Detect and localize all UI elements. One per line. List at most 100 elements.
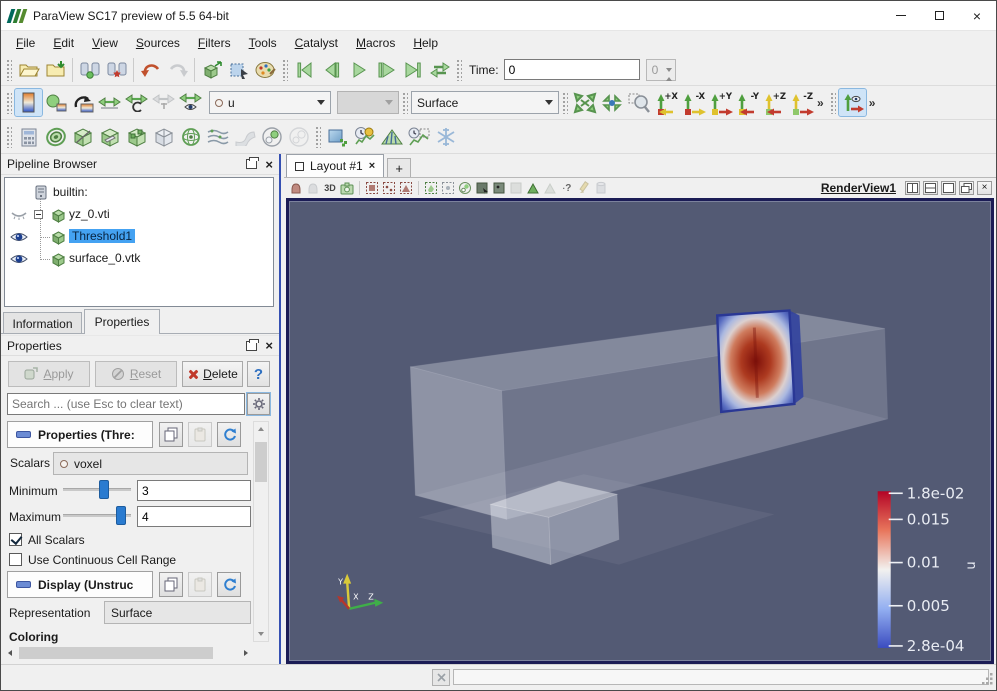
edit-annotation-icon[interactable] <box>576 180 592 196</box>
visibility-open-eye-icon[interactable] <box>10 252 28 266</box>
render-viewport[interactable]: X Y Z 1.8e-02 0.015 0.01 0.005 2.8e-04 u <box>286 198 994 664</box>
view-plus-y-button[interactable]: +Y <box>706 89 733 116</box>
select-points-on-icon[interactable] <box>381 180 397 196</box>
select-block-icon[interactable] <box>457 180 473 196</box>
reset-button[interactable]: Reset <box>95 361 177 387</box>
play-button[interactable] <box>345 56 372 83</box>
clear-annotation-icon[interactable] <box>593 180 609 196</box>
toolbar-overflow-icon[interactable]: » <box>814 96 827 110</box>
next-frame-button[interactable] <box>372 56 399 83</box>
open-file-button[interactable] <box>15 56 42 83</box>
menu-filters[interactable]: Filters <box>189 33 240 53</box>
pipeline-tree[interactable]: builtin: yz_0.vti Threshold1 surface_0.v… <box>4 177 274 307</box>
zoom-to-data-button[interactable] <box>598 89 625 116</box>
connect-server-button[interactable] <box>76 56 103 83</box>
capture-screenshot-icon[interactable] <box>339 180 355 196</box>
renderview-title[interactable]: RenderView1 <box>821 181 896 195</box>
menu-macros[interactable]: Macros <box>347 33 404 53</box>
toolbar-overflow-icon[interactable]: » <box>866 96 879 110</box>
hover-query-icon[interactable]: ·? <box>559 180 575 196</box>
spin-down-icon[interactable] <box>665 67 672 86</box>
toolbar-handle[interactable] <box>402 91 408 114</box>
reset-defaults-button[interactable] <box>217 422 241 447</box>
edit-color-map-button[interactable] <box>42 89 69 116</box>
contour-filter-button[interactable] <box>42 123 69 150</box>
representation-field-combo[interactable]: Surface <box>104 601 251 624</box>
grow-selection-icon[interactable] <box>525 180 541 196</box>
hover-cells-icon[interactable] <box>508 180 524 196</box>
menu-sources[interactable]: Sources <box>127 33 189 53</box>
scene-3d[interactable]: X Y Z 1.8e-02 0.015 0.01 0.005 2.8e-04 u <box>289 201 991 661</box>
last-frame-button[interactable] <box>399 56 426 83</box>
scroll-down-icon[interactable] <box>254 627 268 641</box>
view-minus-z-button[interactable]: -Z <box>787 89 814 116</box>
select-cells-on-icon[interactable] <box>364 180 380 196</box>
threshold-slice[interactable] <box>715 309 804 414</box>
float-view-button[interactable] <box>959 181 974 195</box>
interact-hand-icon[interactable] <box>288 180 304 196</box>
tree-row-builtin[interactable]: builtin: <box>5 182 273 204</box>
properties-vertical-scrollbar[interactable] <box>253 421 269 642</box>
interactive-select-cells-icon[interactable] <box>474 180 490 196</box>
toolbar-handle[interactable] <box>282 58 288 81</box>
new-layout-tab[interactable]: + <box>387 158 412 177</box>
scalars-combo[interactable]: voxel <box>53 452 248 475</box>
help-button[interactable]: ? <box>247 361 270 387</box>
rescale-temporal-range-button[interactable] <box>150 89 177 116</box>
section-properties-header[interactable]: Properties (Thre: <box>7 421 153 448</box>
select-polygon-points-icon[interactable] <box>440 180 456 196</box>
rotate-center-button[interactable] <box>837 88 867 117</box>
scroll-right-icon[interactable] <box>239 646 253 660</box>
undo-button[interactable] <box>137 56 164 83</box>
previous-frame-button[interactable] <box>318 56 345 83</box>
dock-float-icon[interactable] <box>246 338 260 351</box>
representation-combo[interactable]: Surface <box>411 91 559 114</box>
color-palette-button[interactable] <box>252 56 279 83</box>
menu-view[interactable]: View <box>83 33 127 53</box>
tree-expander-icon[interactable] <box>34 210 43 219</box>
save-data-button[interactable] <box>42 56 69 83</box>
loop-button[interactable] <box>426 56 453 83</box>
split-horizontal-button[interactable] <box>905 181 920 195</box>
minimum-slider[interactable] <box>63 480 131 499</box>
search-options-button[interactable] <box>246 392 271 416</box>
rescale-visible-range-button[interactable] <box>177 89 204 116</box>
tab-properties[interactable]: Properties <box>84 309 160 334</box>
extract-block-button[interactable] <box>285 123 312 150</box>
extract-selection-button[interactable] <box>225 56 252 83</box>
section-display-header[interactable]: Display (Unstruc <box>7 571 153 598</box>
select-polygon-cells-icon[interactable] <box>423 180 439 196</box>
paste-display-button[interactable] <box>188 572 212 597</box>
visibility-closed-eye-icon[interactable] <box>10 208 28 222</box>
plot-over-time-button[interactable] <box>351 123 378 150</box>
resize-grip[interactable] <box>982 673 994 688</box>
time-input[interactable] <box>503 59 640 80</box>
tree-row-threshold1[interactable]: Threshold1 <box>5 226 273 248</box>
tab-information[interactable]: Information <box>3 312 82 334</box>
minimum-input[interactable] <box>137 480 251 501</box>
plot-over-line-button[interactable] <box>378 123 405 150</box>
toolbar-handle[interactable] <box>6 91 12 114</box>
scroll-left-icon[interactable] <box>3 646 17 660</box>
glyph-filter-button[interactable] <box>177 123 204 150</box>
redo-button[interactable] <box>164 56 191 83</box>
minimize-button[interactable] <box>882 1 920 30</box>
all-scalars-checkbox[interactable] <box>9 533 22 546</box>
select-frustum-cells-icon[interactable] <box>398 180 414 196</box>
menu-help[interactable]: Help <box>404 33 447 53</box>
copy-properties-button[interactable] <box>159 422 183 447</box>
apply-button[interactable]: Apply <box>8 361 90 387</box>
interactive-select-points-icon[interactable] <box>491 180 507 196</box>
minimum-slider-handle[interactable] <box>99 480 109 499</box>
stream-tracer-button[interactable] <box>204 123 231 150</box>
auto-apply-button[interactable] <box>198 56 225 83</box>
calculator-filter-button[interactable] <box>15 123 42 150</box>
plot-selection-over-time-button[interactable] <box>405 123 432 150</box>
mode-3d-label[interactable]: 3D <box>322 180 338 196</box>
maximum-slider[interactable] <box>63 506 131 525</box>
copy-display-button[interactable] <box>159 572 183 597</box>
disconnect-server-button[interactable] <box>103 56 130 83</box>
shrink-selection-icon[interactable] <box>542 180 558 196</box>
close-view-button[interactable]: × <box>977 181 992 195</box>
maximum-input[interactable] <box>137 506 251 527</box>
